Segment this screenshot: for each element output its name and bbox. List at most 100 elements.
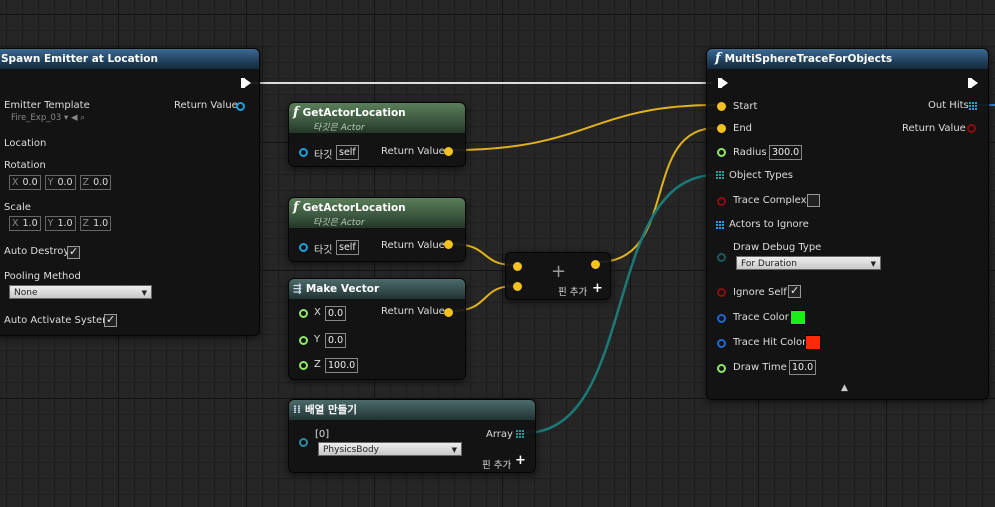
make-array-header[interactable]: ⁞⁞ 배열 만들기 — [289, 400, 535, 420]
plus-icon: + — [551, 261, 567, 282]
rotation-fields[interactable]: X 0.0 Y 0.0 Z 0.0 — [9, 175, 112, 190]
pooling-method-dropdown[interactable]: None — [9, 285, 152, 300]
return-value-pin[interactable] — [967, 124, 976, 133]
scale-fields[interactable]: X 1.0 Y 1.0 Z 1.0 — [9, 216, 112, 231]
target-label: 타깃 — [314, 150, 333, 161]
emitter-template-value[interactable]: Fire_Exp_03 ▾ ◀ ⌕ — [11, 113, 85, 123]
y-field[interactable]: 0.0 — [325, 333, 347, 348]
ignore-self-pin[interactable] — [717, 288, 726, 297]
trace-hit-color-pin[interactable] — [717, 339, 726, 348]
draw-time-field[interactable]: 10.0 — [789, 360, 817, 375]
add-pin-icon[interactable]: + — [592, 281, 603, 296]
return-value-pin[interactable] — [444, 308, 453, 317]
function-icon: f — [715, 51, 721, 66]
trace-hit-color-swatch[interactable] — [805, 335, 821, 350]
trace-complex-label: Trace Complex — [733, 195, 807, 206]
emitter-template-label: Emitter Template — [4, 100, 90, 111]
scale-label: Scale — [4, 202, 31, 213]
return-value-pin[interactable] — [444, 147, 453, 156]
out-hits-label: Out Hits — [928, 100, 969, 111]
trace-complex-checkbox[interactable] — [807, 194, 820, 207]
z-label: Z — [314, 359, 321, 370]
target-pin[interactable] — [299, 148, 308, 157]
add-pin-icon[interactable]: + — [515, 453, 526, 468]
trace-complex-pin[interactable] — [717, 197, 726, 206]
y-pin[interactable] — [299, 336, 308, 345]
make-vector-icon: ⇶ — [293, 283, 302, 295]
spawn-emitter-node[interactable]: Spawn Emitter at Location Emitter Templa… — [0, 48, 260, 336]
return-value-pin[interactable] — [444, 240, 453, 249]
node-subtitle: 타깃은 Actor — [313, 123, 365, 133]
get-actor-location-node-2[interactable]: f GetActorLocation 타깃은 Actor 타깃 self Retu… — [288, 197, 466, 262]
add-pin-label[interactable]: 핀 추가 — [558, 284, 587, 298]
make-array-icon: ⁞⁞ — [293, 404, 301, 416]
chevron-down-icon: ▾ ◀ ⌕ — [61, 113, 85, 123]
exec-in-pin[interactable] — [718, 78, 728, 88]
add-input-b-pin[interactable] — [513, 282, 522, 291]
array-index-label: [0] — [315, 429, 330, 440]
trace-header[interactable]: f MultiSphereTraceForObjects — [707, 49, 988, 69]
radius-pin[interactable] — [717, 148, 726, 157]
radius-label: Radius — [733, 147, 767, 158]
z-field[interactable]: 100.0 — [325, 358, 359, 373]
array-element-pin[interactable] — [299, 438, 308, 447]
add-pin-label[interactable]: 핀 추가 — [482, 457, 511, 471]
scale-z-field[interactable]: Z 1.0 — [79, 216, 112, 231]
make-vector-header[interactable]: ⇶ Make Vector — [289, 279, 465, 299]
add-node[interactable]: + 핀 추가 + — [505, 252, 611, 300]
trace-title: MultiSphereTraceForObjects — [724, 53, 893, 65]
rotation-x-field[interactable]: X 0.0 — [9, 175, 41, 190]
node-title: Make Vector — [305, 283, 380, 295]
draw-time-pin[interactable] — [717, 364, 726, 373]
auto-activate-label: Auto Activate System — [4, 315, 112, 326]
draw-debug-type-dropdown[interactable]: For Duration — [736, 256, 881, 271]
x-label: X — [314, 307, 321, 318]
return-value-label: Return Value — [381, 146, 445, 157]
auto-activate-checkbox[interactable] — [104, 313, 117, 327]
pooling-method-label: Pooling Method — [4, 271, 81, 282]
out-hits-pin[interactable] — [969, 102, 978, 111]
auto-destroy-label: Auto Destroy — [4, 246, 70, 257]
target-pin[interactable] — [299, 243, 308, 252]
trace-color-pin[interactable] — [717, 314, 726, 323]
radius-field[interactable]: 300.0 — [769, 145, 803, 160]
auto-destroy-checkbox[interactable] — [67, 245, 80, 259]
collapse-arrow-icon[interactable]: ▲ — [841, 383, 848, 393]
get-actor-location-header-2[interactable]: f GetActorLocation 타깃은 Actor — [289, 198, 465, 228]
get-actor-location-header-1[interactable]: f GetActorLocation 타깃은 Actor — [289, 103, 465, 133]
ignore-self-checkbox[interactable] — [788, 284, 801, 298]
trace-hit-color-label: Trace Hit Color — [733, 337, 807, 348]
add-output-pin[interactable] — [591, 260, 600, 269]
return-value-pin[interactable] — [236, 102, 245, 111]
end-label: End — [733, 123, 753, 134]
array-wire — [523, 173, 717, 435]
end-pin[interactable] — [717, 124, 726, 133]
exec-out-pin[interactable] — [241, 78, 251, 88]
draw-debug-type-pin[interactable] — [717, 253, 726, 262]
function-icon: f — [293, 105, 299, 120]
rotation-y-field[interactable]: Y 0.0 — [44, 175, 76, 190]
draw-time-label: Draw Time — [733, 362, 787, 373]
x-field[interactable]: 0.0 — [325, 306, 347, 321]
trace-color-swatch[interactable] — [790, 310, 806, 325]
x-pin[interactable] — [299, 309, 308, 318]
self-field: self — [336, 240, 359, 255]
scale-x-field[interactable]: X 1.0 — [9, 216, 41, 231]
multi-sphere-trace-node[interactable]: f MultiSphereTraceForObjects Start End Ra… — [706, 48, 989, 400]
rotation-z-field[interactable]: Z 0.0 — [79, 175, 112, 190]
z-pin[interactable] — [299, 361, 308, 370]
scale-y-field[interactable]: Y 1.0 — [44, 216, 76, 231]
array-out-pin[interactable] — [516, 430, 525, 439]
target-label: 타깃 — [314, 245, 333, 256]
actors-to-ignore-pin[interactable] — [716, 221, 725, 230]
exec-out-pin[interactable] — [968, 78, 978, 88]
make-array-node[interactable]: ⁞⁞배열 만들기 [0] PhysicsBody Array 핀 추가 + — [288, 399, 536, 473]
object-types-pin[interactable] — [716, 171, 725, 180]
spawn-emitter-header[interactable]: Spawn Emitter at Location — [0, 49, 259, 69]
node-subtitle: 타깃은 Actor — [313, 218, 365, 228]
start-pin[interactable] — [717, 102, 726, 111]
object-type-dropdown[interactable]: PhysicsBody — [318, 442, 462, 457]
get-actor-location-node-1[interactable]: f GetActorLocation 타깃은 Actor 타깃 self Retu… — [288, 102, 466, 167]
add-input-a-pin[interactable] — [513, 262, 522, 271]
make-vector-node[interactable]: ⇶ Make Vector X 0.0 Y 0.0 Z 100.0 Return … — [288, 278, 466, 380]
